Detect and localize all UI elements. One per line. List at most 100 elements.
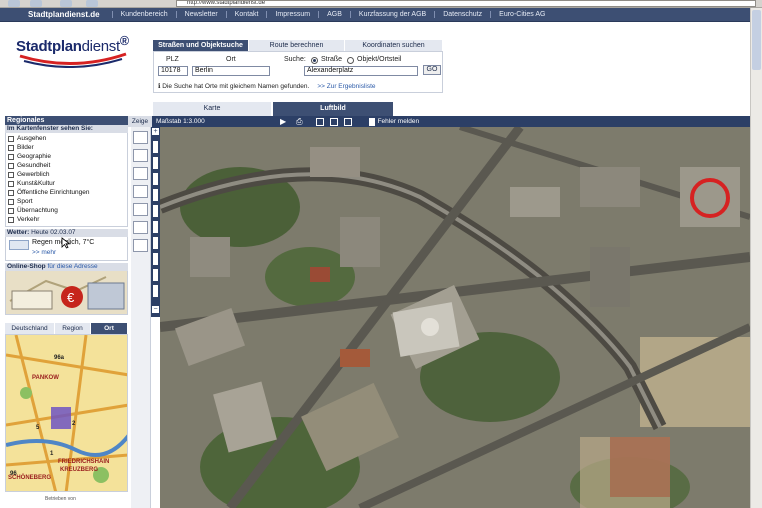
- zoom-level[interactable]: [153, 173, 158, 185]
- zoom-level[interactable]: [153, 253, 158, 265]
- aerial-map[interactable]: [160, 127, 750, 508]
- tab-region[interactable]: Region: [55, 323, 91, 334]
- nav-newsletter[interactable]: Newsletter: [175, 11, 226, 18]
- zoom-level[interactable]: [153, 157, 158, 169]
- mouse-cursor-icon: [61, 237, 71, 249]
- toolstrip-terrain-icon[interactable]: [133, 131, 148, 144]
- reload-icon[interactable]: [60, 0, 72, 7]
- plz-label: PLZ: [166, 56, 179, 63]
- strasse-input[interactable]: Alexanderplatz: [304, 66, 418, 76]
- browser-toolbar: http://www.stadtplandienst.de: [0, 0, 762, 8]
- wetter-header: Wetter: Heute 02.03.07: [5, 229, 128, 237]
- tab-deutschland[interactable]: Deutschland: [5, 323, 55, 334]
- nav-impressum[interactable]: Impressum: [266, 11, 318, 18]
- nav-kurzfassung-agb[interactable]: Kurzfassung der AGB: [349, 11, 434, 18]
- category-gewerblich[interactable]: Gewerblich: [8, 170, 125, 179]
- view-medium-icon[interactable]: [329, 117, 338, 126]
- nav-kundenbereich[interactable]: Kundenbereich: [111, 11, 176, 18]
- category-verkehr[interactable]: Verkehr: [8, 215, 125, 224]
- ort-input[interactable]: Berlin: [192, 66, 270, 76]
- checkbox[interactable]: [8, 162, 14, 169]
- category-uebernachtung[interactable]: Übernachtung: [8, 206, 125, 215]
- nav-kontakt[interactable]: Kontakt: [225, 11, 267, 18]
- view-small-icon[interactable]: [315, 117, 324, 126]
- zoom-level[interactable]: [153, 269, 158, 281]
- address-bar[interactable]: http://www.stadtplandienst.de: [176, 0, 756, 7]
- toolstrip-home-icon[interactable]: [133, 203, 148, 216]
- ergebnisliste-link[interactable]: >> Zur Ergebnisliste: [317, 83, 375, 90]
- zoom-in-button[interactable]: +: [151, 127, 160, 136]
- checkbox[interactable]: [8, 207, 14, 214]
- zoom-level[interactable]: [153, 141, 158, 153]
- toolstrip-building-icon[interactable]: [133, 221, 148, 234]
- online-shop-banner[interactable]: €: [5, 271, 128, 315]
- toolstrip-route-icon[interactable]: [133, 167, 148, 180]
- tab-koordinaten-suchen[interactable]: Koordinaten suchen: [345, 40, 443, 51]
- shop-map-icon: €: [6, 271, 127, 314]
- toolstrip-eye-icon[interactable]: [133, 149, 148, 162]
- nav-agb[interactable]: AGB: [318, 11, 350, 18]
- checkbox[interactable]: [8, 180, 14, 187]
- weather-more-link[interactable]: >> mehr: [32, 249, 56, 256]
- zoom-level[interactable]: [153, 189, 158, 201]
- print-icon[interactable]: ⎙: [296, 117, 302, 127]
- checkbox[interactable]: [8, 153, 14, 160]
- powered-by: Betrieben von: [45, 496, 76, 502]
- category-kunst-kultur[interactable]: Kunst&Kultur: [8, 179, 125, 188]
- toolstrip-bus-icon[interactable]: [133, 185, 148, 198]
- radio-objekt[interactable]: [347, 57, 354, 64]
- minimap-label-kreuzberg: KREUZBERG: [60, 467, 99, 473]
- radio-strasse-label: Straße: [321, 56, 343, 63]
- zoom-out-button[interactable]: −: [151, 305, 160, 314]
- back-icon[interactable]: [8, 0, 20, 7]
- page-scrollbar[interactable]: [750, 8, 762, 508]
- forward-icon[interactable]: [30, 0, 42, 7]
- category-gesundheit[interactable]: Gesundheit: [8, 161, 125, 170]
- pointer-icon[interactable]: ▶: [280, 117, 286, 126]
- tab-route-berechnen[interactable]: Route berechnen: [249, 40, 345, 51]
- tab-ort[interactable]: Ort: [91, 323, 128, 334]
- checkbox[interactable]: [8, 144, 14, 151]
- zoom-level[interactable]: [153, 205, 158, 217]
- nav-datenschutz[interactable]: Datenschutz: [434, 11, 490, 18]
- category-bilder[interactable]: Bilder: [8, 143, 125, 152]
- tab-strassen-objektsuche[interactable]: Straßen und Objektsuche: [153, 40, 249, 51]
- ort-label: Ort: [226, 56, 236, 63]
- zoom-level[interactable]: [153, 237, 158, 249]
- minimap-number: 1: [50, 451, 54, 457]
- brand-link[interactable]: Stadtplandienst.de: [0, 10, 112, 19]
- search-tabs: Straßen und Objektsuche Route berechnen …: [153, 40, 443, 51]
- zoom-slider[interactable]: + −: [151, 127, 160, 317]
- category-sport[interactable]: Sport: [8, 197, 125, 206]
- checkbox[interactable]: [8, 135, 14, 142]
- checkbox[interactable]: [8, 189, 14, 196]
- overview-minimap[interactable]: PANKOW FRIEDRICHSHAIN KREUZBERG SCHÖNEBE…: [5, 334, 128, 492]
- zeige-label: Zeige: [128, 116, 152, 127]
- home-icon[interactable]: [86, 0, 98, 7]
- toolstrip-train-icon[interactable]: [133, 239, 148, 252]
- radio-strasse[interactable]: [311, 57, 318, 64]
- region-tabs: Deutschland Region Ort: [5, 323, 128, 334]
- minimap-number: 96: [10, 471, 17, 477]
- checkbox[interactable]: [8, 198, 14, 205]
- fehler-melden-button[interactable]: Fehler melden: [368, 117, 419, 126]
- scrollbar-thumb[interactable]: [752, 10, 761, 70]
- tab-luftbild[interactable]: Luftbild: [273, 102, 393, 116]
- plz-input[interactable]: 10178: [158, 66, 188, 76]
- tab-karte[interactable]: Karte: [153, 102, 271, 116]
- minimap-label-pankow: PANKOW: [32, 375, 59, 381]
- zoom-level[interactable]: [153, 285, 158, 297]
- layer-toolstrip: [131, 127, 151, 508]
- nav-euro-cities[interactable]: Euro-Cities AG: [490, 11, 553, 18]
- go-button[interactable]: GO: [423, 65, 441, 75]
- zoom-level[interactable]: [153, 221, 158, 233]
- checkbox[interactable]: [8, 171, 14, 178]
- map-toolbar: Zeige Maßstab 1:3.000 ▶ ⎙ Fehler melden: [128, 116, 750, 127]
- search-panel: PLZ Ort Suche: Straße Objekt/Ortsteil 10…: [153, 51, 443, 93]
- checkbox[interactable]: [8, 216, 14, 223]
- category-oeffentliche[interactable]: Öffentliche Einrichtungen: [8, 188, 125, 197]
- category-geographie[interactable]: Geographie: [8, 152, 125, 161]
- stadtplandienst-logo[interactable]: Stadtplandienst®: [16, 34, 136, 74]
- category-ausgehen[interactable]: Ausgehen: [8, 134, 125, 143]
- view-large-icon[interactable]: [343, 117, 352, 126]
